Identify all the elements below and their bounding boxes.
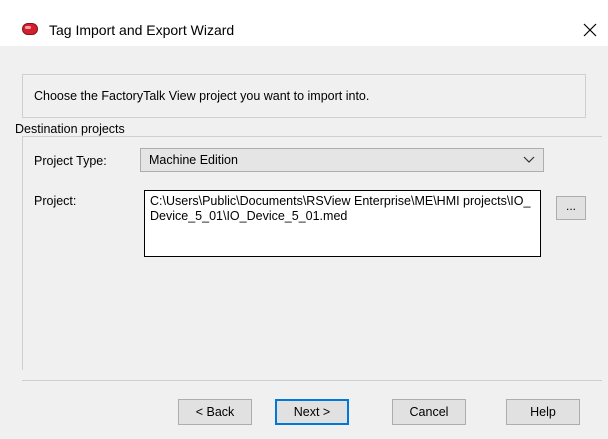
project-label: Project: <box>34 194 77 208</box>
back-button[interactable]: < Back <box>178 399 252 425</box>
project-type-label: Project Type: <box>34 154 107 168</box>
next-button[interactable]: Next > <box>275 399 349 425</box>
instructions-text: Choose the FactoryTalk View project you … <box>34 89 370 103</box>
help-button[interactable]: Help <box>506 399 580 425</box>
destination-projects-label: Destination projects <box>12 122 128 136</box>
project-type-select[interactable]: Machine Edition <box>140 148 544 172</box>
window-title: Tag Import and Export Wizard <box>49 22 235 38</box>
cancel-button[interactable]: Cancel <box>392 399 466 425</box>
project-path-field[interactable]: C:\Users\Public\Documents\RSView Enterpr… <box>144 190 541 257</box>
browse-button[interactable]: ... <box>556 196 586 220</box>
project-type-value: Machine Edition <box>149 153 238 167</box>
chevron-down-icon <box>523 156 535 163</box>
red-pill-icon <box>22 23 38 35</box>
instructions-panel: Choose the FactoryTalk View project you … <box>22 74 586 118</box>
footer-separator <box>22 380 602 381</box>
title-bar: Tag Import and Export Wizard <box>0 0 608 46</box>
close-icon[interactable] <box>582 22 598 38</box>
